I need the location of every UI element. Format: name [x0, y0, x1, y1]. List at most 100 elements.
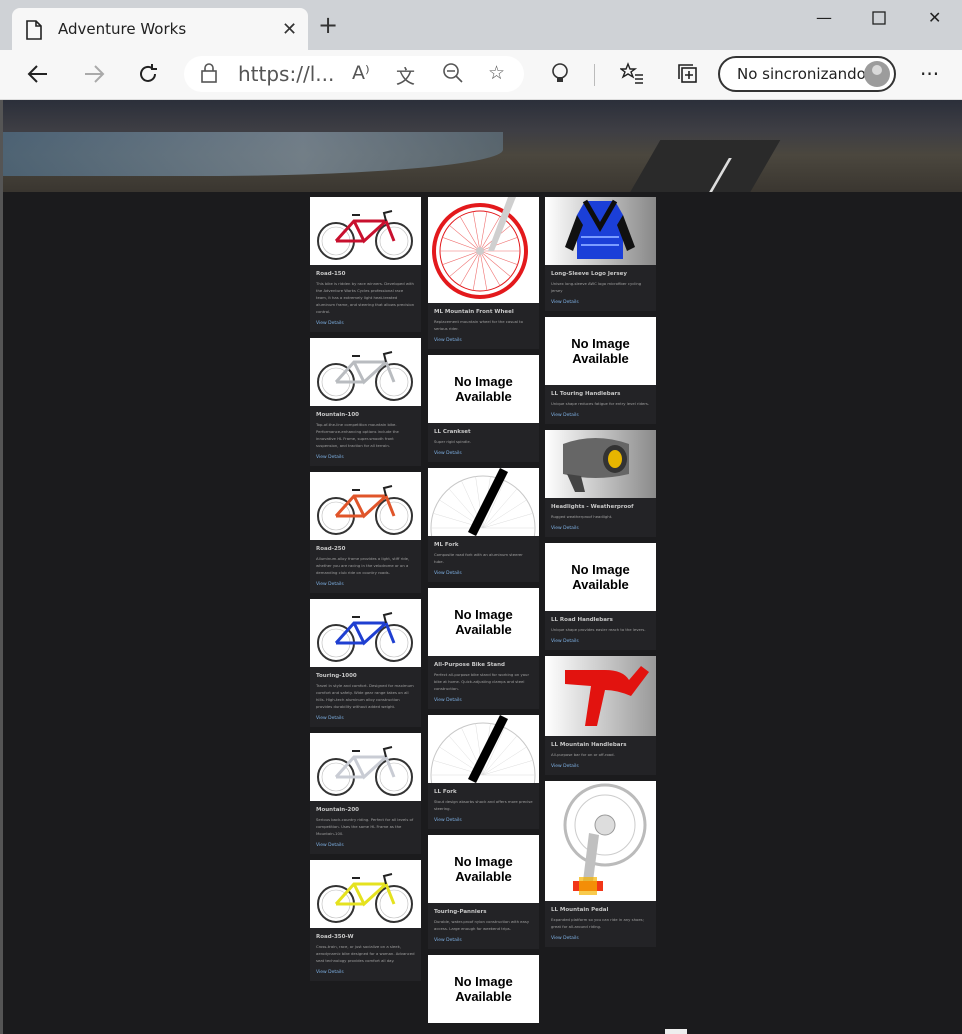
- address-bar[interactable]: https://l... A⁾ 文 ☆: [184, 56, 524, 92]
- product-image[interactable]: [310, 338, 421, 406]
- view-details-link[interactable]: View Details: [428, 332, 539, 349]
- window-close-icon[interactable]: ✕: [928, 8, 941, 27]
- view-details-link[interactable]: View Details: [545, 633, 656, 650]
- minimize-icon[interactable]: —: [816, 8, 832, 27]
- product-card: ML Fork Composite road fork with an alumi…: [428, 468, 539, 582]
- view-details-link[interactable]: View Details: [545, 930, 656, 947]
- no-image-placeholder[interactable]: No Image Available: [428, 835, 539, 903]
- product-card: No Image Available: [428, 955, 539, 1023]
- view-details-link[interactable]: View Details: [428, 692, 539, 709]
- maximize-icon[interactable]: [872, 10, 886, 29]
- product-card: LL Mountain Handlebars All-purpose bar fo…: [545, 656, 656, 775]
- plus-icon[interactable]: +: [318, 13, 338, 37]
- view-details-link[interactable]: View Details: [310, 964, 421, 981]
- product-description: All-purpose bar for on or off-road.: [551, 752, 615, 757]
- favorite-star-icon[interactable]: ☆: [488, 62, 505, 84]
- product-name: Mountain-100: [316, 412, 359, 418]
- product-image[interactable]: [428, 468, 539, 536]
- product-card: Road-250 Alluminum-alloy frame provides a…: [310, 472, 421, 593]
- browser-tab[interactable]: Adventure Works ✕: [12, 8, 308, 50]
- hero-banner-image: [3, 100, 962, 192]
- view-details-link[interactable]: View Details: [310, 576, 421, 593]
- product-image[interactable]: [310, 197, 421, 265]
- scroll-indicator[interactable]: [665, 1029, 687, 1034]
- product-card: LL Mountain Pedal Expanded platform so yo…: [545, 781, 656, 947]
- product-column-1: Road-150 This bike is ridden by race winn…: [310, 197, 421, 987]
- sync-button[interactable]: No sincronizando: [718, 56, 896, 92]
- product-card: Headlights - Weatherproof Rugged weatherp…: [545, 430, 656, 537]
- product-name: Road-150: [316, 271, 346, 277]
- product-card: No Image Available LL Road Handlebars Uniq…: [545, 543, 656, 650]
- product-image[interactable]: [428, 197, 539, 303]
- product-card: Mountain-200 Serious back-country riding.…: [310, 733, 421, 854]
- no-image-placeholder[interactable]: No Image Available: [428, 355, 539, 423]
- read-aloud-icon[interactable]: A⁾: [352, 62, 370, 84]
- no-image-placeholder[interactable]: No Image Available: [545, 317, 656, 385]
- no-image-placeholder[interactable]: No Image Available: [428, 588, 539, 656]
- product-name: Touring-Panniers: [434, 909, 487, 915]
- product-image[interactable]: [545, 430, 656, 498]
- no-image-text: No Image Available: [454, 607, 513, 637]
- view-details-link[interactable]: View Details: [545, 758, 656, 775]
- toolbar-separator: [594, 64, 595, 86]
- product-name: Road-250: [316, 546, 346, 552]
- product-card: LL Fork Stout design absorbs shock and of…: [428, 715, 539, 829]
- product-image[interactable]: [310, 733, 421, 801]
- product-column-3: Long-Sleeve Logo Jersey Unisex long-sleev…: [545, 197, 656, 953]
- back-arrow-icon[interactable]: [26, 62, 50, 92]
- url-text[interactable]: https://l...: [238, 62, 334, 86]
- avatar: [864, 61, 890, 87]
- favorites-list-icon[interactable]: [618, 62, 644, 92]
- view-details-link[interactable]: View Details: [545, 520, 656, 537]
- product-column-2: ML Mountain Front Wheel Replacement mount…: [428, 197, 539, 1029]
- toolbar: https://l... A⁾ 文 ☆ No sincronizando ···: [0, 50, 962, 100]
- refresh-icon[interactable]: [136, 62, 160, 92]
- view-details-link[interactable]: View Details: [428, 445, 539, 462]
- view-details-link[interactable]: View Details: [428, 932, 539, 949]
- forward-arrow-icon[interactable]: [82, 62, 106, 92]
- product-card: Long-Sleeve Logo Jersey Unisex long-sleev…: [545, 197, 656, 311]
- view-details-link[interactable]: View Details: [310, 315, 421, 332]
- product-image[interactable]: [545, 197, 656, 265]
- translate-icon[interactable]: 文: [396, 62, 415, 89]
- product-image[interactable]: [545, 656, 656, 736]
- product-card: Road-350-W Cross-train, race, or just soc…: [310, 860, 421, 981]
- view-details-link[interactable]: View Details: [545, 407, 656, 424]
- more-icon[interactable]: ···: [920, 62, 939, 86]
- product-name: All-Purpose Bike Stand: [434, 662, 505, 668]
- no-image-placeholder[interactable]: No Image Available: [428, 955, 539, 1023]
- view-details-link[interactable]: View Details: [310, 710, 421, 727]
- product-card: No Image Available LL Touring Handlebars U…: [545, 317, 656, 424]
- product-description: Travel in style and comfort. Designed fo…: [316, 683, 414, 709]
- product-image[interactable]: [310, 599, 421, 667]
- view-details-link[interactable]: View Details: [310, 837, 421, 854]
- product-name: Mountain-200: [316, 807, 359, 813]
- zoom-icon[interactable]: [442, 62, 464, 89]
- product-image[interactable]: [310, 860, 421, 928]
- product-name: Road-350-W: [316, 934, 354, 940]
- collections-icon[interactable]: [676, 62, 700, 92]
- document-icon: [26, 20, 42, 44]
- product-image[interactable]: [428, 715, 539, 783]
- product-name: Headlights - Weatherproof: [551, 504, 634, 510]
- product-image[interactable]: [545, 781, 656, 901]
- view-details-link[interactable]: View Details: [428, 565, 539, 582]
- product-name: LL Crankset: [434, 429, 471, 435]
- close-icon[interactable]: ✕: [282, 19, 297, 40]
- no-image-placeholder[interactable]: No Image Available: [545, 543, 656, 611]
- view-details-link[interactable]: View Details: [428, 812, 539, 829]
- product-name: LL Mountain Handlebars: [551, 742, 627, 748]
- product-name: LL Road Handlebars: [551, 617, 613, 623]
- product-description: Rugged weatherproof headlight.: [551, 514, 613, 519]
- product-description: Expanded platform so you can ride in any…: [551, 917, 644, 929]
- product-card: ML Mountain Front Wheel Replacement mount…: [428, 197, 539, 349]
- product-name: LL Mountain Pedal: [551, 907, 609, 913]
- view-details-link[interactable]: View Details: [545, 294, 656, 311]
- product-name: ML Mountain Front Wheel: [434, 309, 514, 315]
- view-details-link[interactable]: View Details: [310, 449, 421, 466]
- lock-icon[interactable]: [200, 62, 218, 89]
- product-description: Unisex long-sleeve AWC logo microfiber c…: [551, 281, 642, 293]
- extension-icon[interactable]: [550, 62, 570, 91]
- product-card: No Image Available LL Crankset Super rigid…: [428, 355, 539, 462]
- product-image[interactable]: [310, 472, 421, 540]
